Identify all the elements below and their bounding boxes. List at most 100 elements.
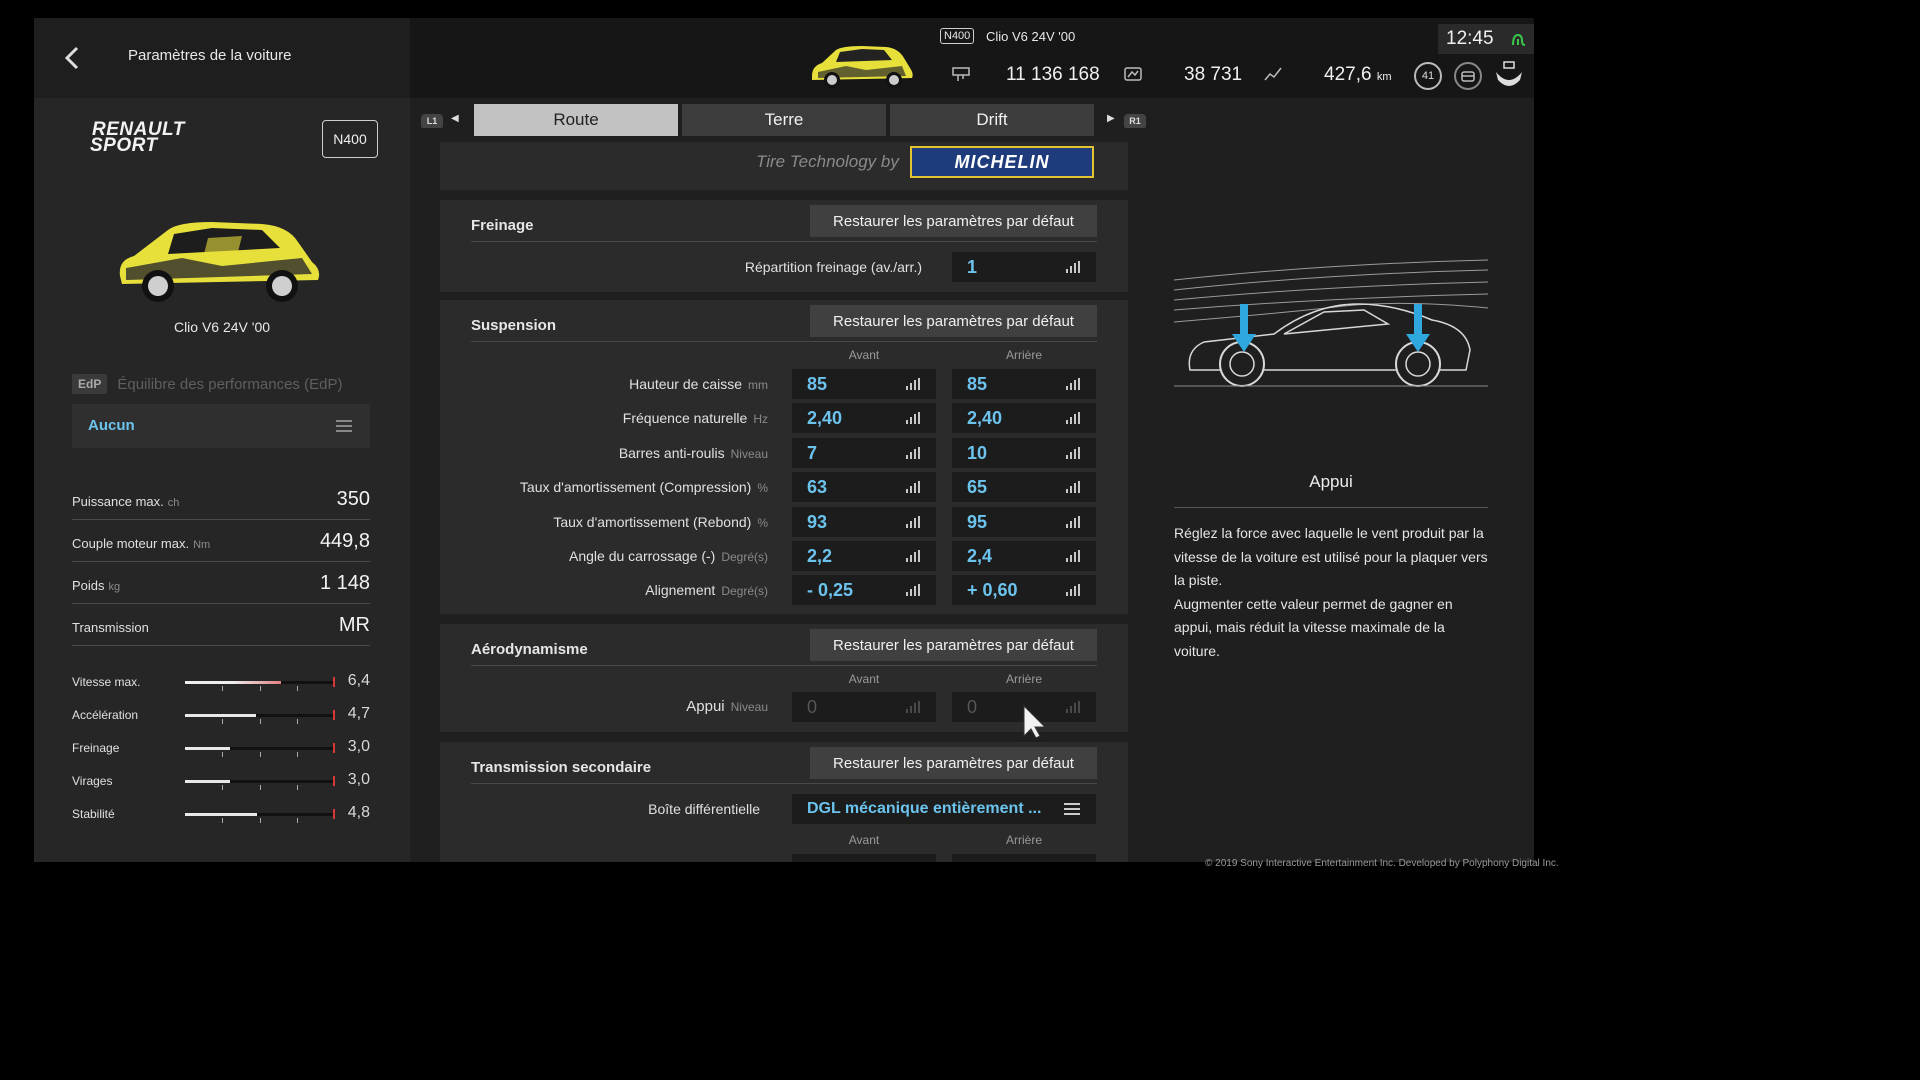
perf-bar [185,677,335,691]
tuning-tabs: L1 ◀ Route Terre Drift ▶ R1 [410,98,1160,142]
section-title: Suspension [471,317,557,334]
spec-value: 449,8 [319,530,370,552]
downforce-label: Appui Niveau [686,698,768,715]
l1-button[interactable]: L1 [421,114,443,128]
suspension-rear-value[interactable]: + 0,60 [952,575,1096,606]
divider [471,241,1097,242]
clock-time: 12:45 [1446,28,1494,49]
perf-bar-fill [185,714,256,717]
adjust-icon [1066,378,1080,390]
brake-balance-value[interactable]: 1 [952,252,1096,282]
rear-column-header: Arrière [1005,833,1042,847]
suspension-rear-value[interactable]: 85 [952,369,1096,399]
param-name: Barres anti-roulis [618,444,725,461]
perf-value: 3,0 [347,771,370,788]
reset-suspension-button[interactable]: Restaurer les paramètres par défaut [810,305,1097,337]
suspension-front-value[interactable]: 63 [792,472,936,503]
top-bar: Paramètres de la voiture N400 Clio V6 24… [34,18,1534,98]
suspension-front-value[interactable]: 2,40 [792,403,936,434]
differential-select[interactable]: DGL mécanique entièrement ... [792,794,1096,824]
car-model-name: Clio V6 24V '00 [173,319,271,335]
suspension-param-label: Fréquence naturelle Hz [623,410,768,426]
spec-label: Puissance max. [72,494,164,509]
tab-left-arrow-icon: ◀ [451,113,459,124]
next-rear-value[interactable] [952,854,1096,862]
differential-section: Transmission secondaire Restaurer les pa… [440,742,1128,862]
mouse-cursor-icon [1023,704,1047,739]
mileage-icon [1124,67,1142,81]
reset-aero-button[interactable]: Restaurer les paramètres par défaut [810,629,1097,661]
suspension-rear-value[interactable]: 2,40 [952,403,1096,434]
value-text: 85 [807,374,828,394]
bop-select[interactable]: Aucun [72,404,370,448]
tab-route[interactable]: Route [474,104,678,136]
perf-label: Accélération [72,708,139,722]
garage-icon[interactable] [1454,62,1482,90]
value-text: 7 [807,442,818,463]
perf-bar-fill [185,747,230,750]
r1-button[interactable]: R1 [1124,114,1146,128]
value-text: DGL mécanique entièrement ... [807,800,1042,817]
adjust-icon [1066,701,1080,713]
suspension-front-value[interactable]: - 0,25 [792,575,936,606]
spec-row-torque: Couple moteur max. Nm 449,8 [72,520,370,562]
param-unit: % [757,481,768,496]
perf-value: 6,4 [347,672,370,689]
value-text: 1 [967,257,978,277]
param-name: Appui [686,698,725,715]
suspension-front-value[interactable]: 7 [792,437,936,468]
clock: 12:45 [1438,24,1534,54]
profile-emblem-icon[interactable] [1494,58,1524,90]
settings-list[interactable]: Tire Technology by MICHELIN Freinage Res… [440,142,1128,862]
michelin-brand: MICHELIN [954,151,1050,172]
tab-terre[interactable]: Terre [682,104,886,136]
perf-bar-fill [185,813,257,816]
suspension-front-value[interactable]: 85 [792,369,936,399]
next-front-value[interactable] [792,854,936,862]
perf-row: Stabilité 4,8 [72,804,370,824]
value-text: 10 [967,442,988,463]
list-icon [1064,803,1080,815]
perf-row: Virages 3,0 [72,771,370,791]
adjust-icon [1066,446,1080,459]
adjust-icon [906,584,920,597]
spec-label: Couple moteur max. [72,536,190,551]
value-text: 93 [807,511,828,532]
distance-unit: km [1376,71,1392,83]
bop-badge: EdP [72,374,108,394]
bop-value: Aucun [88,417,135,434]
value-text: 2,40 [807,408,843,429]
level-icon: 41 [1414,62,1442,90]
perf-row: Vitesse max. 6,4 [72,672,370,692]
reset-differential-button[interactable]: Restaurer les paramètres par défaut [810,747,1097,779]
chevron-left-icon [64,46,79,70]
front-column-header: Avant [848,672,880,686]
adjust-icon [1066,261,1080,273]
title-area: Paramètres de la voiture [34,18,410,98]
reset-braking-button[interactable]: Restaurer les paramètres par défaut [810,205,1097,237]
param-name: Angle du carrossage (-) [569,548,716,564]
help-title: Appui [1309,472,1353,491]
perf-value: 3,0 [347,738,370,755]
perf-limit-marker [333,809,335,819]
tab-right-arrow-icon: ▶ [1107,113,1115,124]
suspension-front-value[interactable]: 93 [792,506,936,537]
value-text: 85 [967,374,988,394]
param-unit: Niveau [730,446,768,461]
suspension-rear-value[interactable]: 10 [952,437,1096,468]
credits-value: 11 136 168 [1006,64,1100,85]
perf-label: Virages [72,774,113,788]
downforce-front-value[interactable]: 0 [792,692,936,722]
back-button[interactable] [56,40,88,76]
brake-balance-label: Répartition freinage (av./arr.) [744,259,922,275]
spec-label: Transmission [72,620,149,635]
adjust-icon [906,550,920,562]
suspension-rear-value[interactable]: 65 [952,472,1096,503]
suspension-rear-value[interactable]: 2,4 [952,541,1096,571]
value-text: 65 [967,477,988,498]
suspension-rear-value[interactable]: 95 [952,506,1096,537]
tab-drift[interactable]: Drift [890,104,1094,136]
suspension-front-value[interactable]: 2,2 [792,541,936,571]
perf-value: 4,8 [347,804,370,821]
value-text: 2,40 [967,408,1003,429]
